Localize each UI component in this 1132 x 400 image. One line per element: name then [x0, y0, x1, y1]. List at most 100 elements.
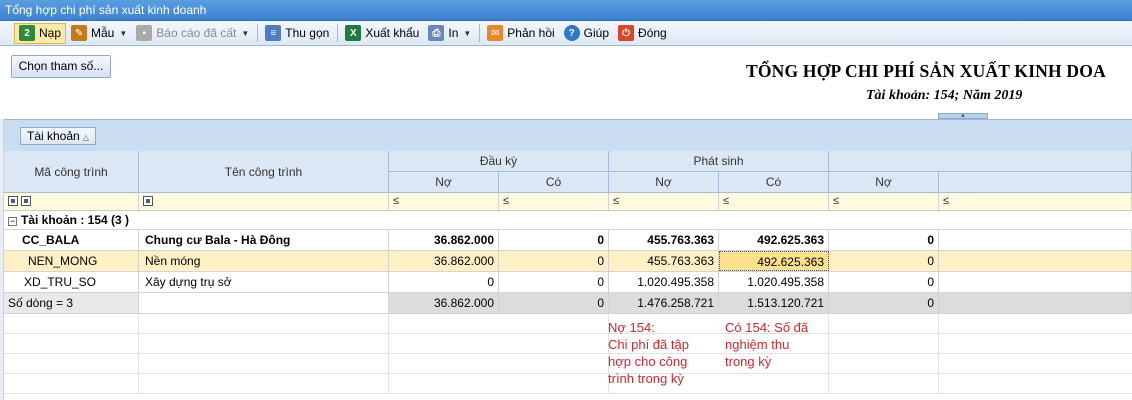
filter-checkbox-icon[interactable] — [21, 196, 31, 206]
close-button[interactable]: ⏻ Đóng — [614, 23, 671, 44]
cell-dk-no: 36.862.000 — [389, 251, 499, 271]
col-header-ck-no-label: Nợ — [875, 175, 892, 189]
filter-operator: ≤ — [393, 195, 400, 207]
cell-ps-no: 455.763.363 — [609, 251, 719, 271]
filter-operator: ≤ — [833, 195, 840, 207]
filter-cell-ck-no[interactable]: ≤ — [829, 193, 939, 210]
cell-ck-no: 0 — [829, 251, 939, 271]
choose-params-button[interactable]: Chọn tham số... — [11, 55, 111, 78]
mail-icon: ✉ — [487, 25, 504, 41]
cell-ck-no: 0 — [829, 230, 939, 250]
template-icon: ✎ — [71, 25, 88, 41]
close-icon: ⏻ — [618, 25, 635, 41]
filter-operator: ≤ — [503, 195, 510, 207]
filter-checkbox-icon[interactable] — [143, 196, 153, 206]
col-header-ma-label: Mã công trình — [34, 164, 108, 179]
reload-button[interactable]: 2 Nạp — [14, 22, 67, 44]
report-grid: Mã công trình Tên công trình Đầu kỳ Phát… — [4, 151, 1132, 400]
filter-cell-ps-co[interactable]: ≤ — [719, 193, 829, 210]
toolbar: 2 Nạp ✎ Mẫu ▼ ▪ Báo cáo đã cất ▼ ≡ Thu g… — [0, 21, 1132, 46]
toolbar-separator — [257, 24, 259, 42]
chevron-down-icon: ▼ — [241, 28, 250, 38]
col-header-dk-co-label: Có — [545, 175, 562, 189]
col-header-ps-no[interactable]: Nợ — [609, 172, 719, 193]
filter-cell-ten[interactable] — [139, 193, 389, 210]
params-area: Chọn tham số... TỔNG HỢP CHI PHÍ SẢN XUẤ… — [0, 47, 1132, 119]
help-label: Giúp — [583, 26, 610, 40]
total-dk-no: 36.862.000 — [389, 293, 499, 313]
help-button[interactable]: ? Giúp — [560, 23, 613, 44]
table-row[interactable]: XD_TRU_SO Xây dựng trụ sở 0 0 1.020.495.… — [4, 272, 1132, 293]
help-icon: ? — [563, 25, 580, 41]
filter-cell-ck-co[interactable]: ≤ — [939, 193, 1132, 210]
band-header-dau-ky-label: Đầu kỳ — [479, 154, 518, 168]
filter-cell-dk-no[interactable]: ≤ — [389, 193, 499, 210]
group-chip-account[interactable]: Tài khoản △ — [20, 127, 96, 145]
cell-ps-co-focused[interactable]: 492.625.363 — [719, 251, 829, 271]
export-label: Xuất khẩu — [365, 26, 420, 40]
col-header-ck-no[interactable]: Nợ — [829, 172, 939, 193]
group-row[interactable]: − Tài khoản : 154 (3 ) — [4, 212, 1132, 230]
saved-reports-label: Báo cáo đã cất — [156, 26, 237, 40]
report-subtitle: Tài khoản: 154; Năm 2019 — [866, 88, 1023, 103]
report-title: TỔNG HỢP CHI PHÍ SẢN XUẤT KINH DOA — [746, 61, 1106, 81]
table-row[interactable]: NEN_MONG Nền móng 36.862.000 0 455.763.3… — [4, 251, 1132, 272]
export-button[interactable]: X Xuất khẩu — [341, 23, 423, 44]
cell-ma: CC_BALA — [4, 230, 139, 250]
template-button[interactable]: ✎ Mẫu ▼ — [67, 23, 131, 44]
group-row-label: Tài khoản : 154 (3 ) — [21, 213, 130, 227]
window-title: Tổng hợp chi phí sản xuất kinh doanh — [0, 0, 1132, 21]
group-chip-label: Tài khoản — [27, 129, 80, 143]
feedback-label: Phản hồi — [507, 26, 555, 40]
cell-ma: NEN_MONG — [4, 251, 139, 271]
cell-dk-co: 0 — [499, 272, 609, 292]
col-header-ps-no-label: Nợ — [655, 175, 672, 189]
col-header-ma[interactable]: Mã công trình — [4, 151, 139, 193]
col-header-ck-co[interactable] — [939, 172, 1132, 193]
chevron-down-icon: ▼ — [463, 28, 472, 38]
table-row[interactable]: CC_BALA Chung cư Bala - Hà Đông 36.862.0… — [4, 230, 1132, 251]
collapse-button[interactable]: ≡ Thu gọn — [261, 23, 333, 44]
annotation-debit-154: Nợ 154: Chi phí đã tập hợp cho công trìn… — [608, 320, 689, 386]
col-header-dk-co[interactable]: Có — [499, 172, 609, 193]
cell-ck-co — [939, 230, 1132, 250]
reload-label: Nạp — [39, 26, 62, 40]
cell-ten: Chung cư Bala - Hà Đông — [139, 230, 389, 250]
print-label: In — [448, 26, 459, 40]
cell-dk-no: 0 — [389, 272, 499, 292]
close-label: Đóng — [638, 26, 667, 40]
filter-cell-ps-no[interactable]: ≤ — [609, 193, 719, 210]
toolbar-separator — [337, 24, 339, 42]
total-ck-co — [939, 293, 1132, 313]
cell-ck-no: 0 — [829, 272, 939, 292]
filter-edit-icon[interactable] — [8, 196, 18, 206]
filter-cell-ma[interactable] — [4, 193, 139, 210]
collapse-group-icon[interactable]: − — [8, 217, 17, 226]
col-header-dk-no[interactable]: Nợ — [389, 172, 499, 193]
collapse-icon: ≡ — [265, 25, 282, 41]
cell-dk-co: 0 — [499, 230, 609, 250]
cell-dk-co: 0 — [499, 251, 609, 271]
total-ps-co: 1.513.120.721 — [719, 293, 829, 313]
col-header-ten[interactable]: Tên công trình — [139, 151, 389, 193]
band-header-phat-sinh-label: Phát sinh — [693, 154, 744, 168]
total-label: Số dòng = 3 — [4, 293, 139, 313]
cell-ps-co: 1.020.495.358 — [719, 272, 829, 292]
cell-ck-co — [939, 272, 1132, 292]
filter-operator: ≤ — [723, 195, 730, 207]
collapse-label: Thu gọn — [285, 26, 330, 40]
saved-reports-button[interactable]: ▪ Báo cáo đã cất ▼ — [132, 23, 253, 44]
total-ps-no: 1.476.258.721 — [609, 293, 719, 313]
empty-row — [4, 334, 1132, 354]
feedback-button[interactable]: ✉ Phản hồi — [483, 23, 558, 44]
filter-cell-dk-co[interactable]: ≤ — [499, 193, 609, 210]
total-ck-no: 0 — [829, 293, 939, 313]
cell-ps-no: 455.763.363 — [609, 230, 719, 250]
filter-row: ≤ ≤ ≤ ≤ ≤ ≤ — [4, 193, 1132, 211]
empty-row — [4, 374, 1132, 394]
col-header-ps-co[interactable]: Có — [719, 172, 829, 193]
filter-operator: ≤ — [943, 195, 950, 207]
save-icon: ▪ — [136, 25, 153, 41]
print-icon: ⎙ — [428, 25, 445, 41]
print-button[interactable]: ⎙ In ▼ — [424, 23, 475, 44]
